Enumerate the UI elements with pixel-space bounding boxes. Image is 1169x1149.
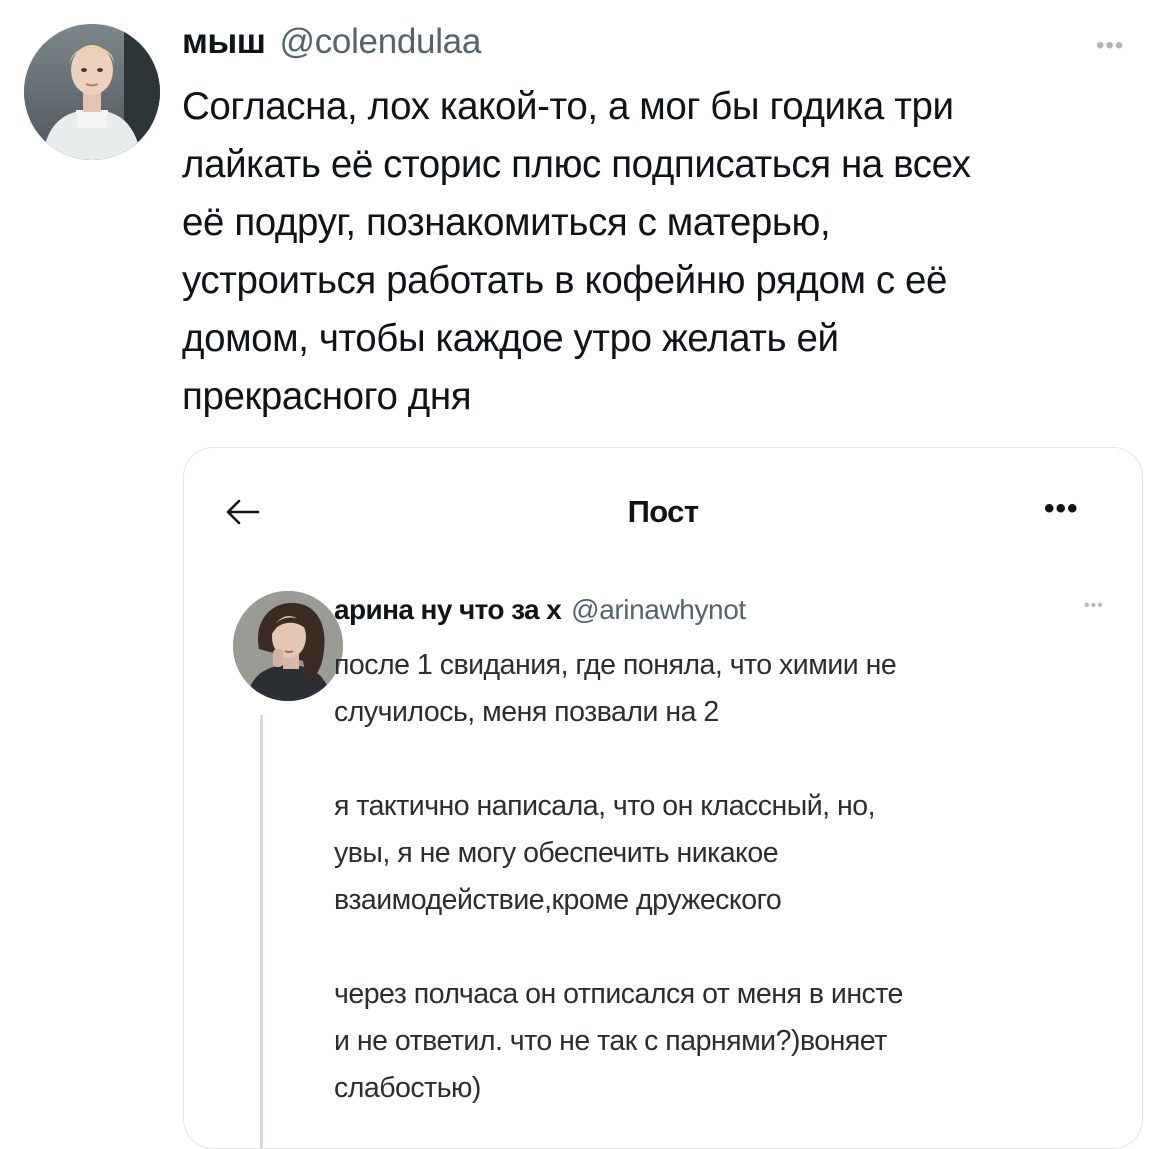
author-display-name[interactable]: мыш	[182, 22, 266, 62]
quoted-author-avatar	[233, 591, 343, 701]
quoted-text-line: случилось, меня позвали на 2	[334, 696, 719, 728]
quoted-paragraph: через полчаса он отписался от меня в инс…	[334, 971, 1124, 1112]
quoted-paragraph: я тактично написала, что он классный, но…	[334, 783, 1124, 924]
author-avatar[interactable]	[24, 24, 160, 160]
more-horizontal-icon: •••	[1084, 597, 1104, 614]
author-handle[interactable]: @colendulaa	[279, 22, 481, 62]
more-horizontal-icon[interactable]: •••	[1096, 34, 1124, 58]
more-horizontal-icon: •••	[1044, 492, 1079, 525]
tweet-text-line: её подруг, познакомиться с матерью,	[182, 201, 831, 244]
tweet-text-line: устроиться работать в кофейню рядом с её	[182, 259, 948, 302]
tweet-text-line: прекрасного дня	[182, 375, 472, 418]
tweet-text: Согласна, лох какой-то, а мог бы годика …	[182, 78, 1152, 426]
quoted-post-text: после 1 свидания, где поняла, что химии …	[334, 642, 1124, 1112]
tweet-header: мыш @colendulaa	[182, 22, 481, 70]
thread-connector-line	[260, 715, 263, 1148]
attached-screenshot-card[interactable]: Пост ••• арина ну что за х @arinawhynot …	[183, 447, 1143, 1149]
avatar-photo	[233, 591, 343, 701]
tweet: мыш @colendulaa ••• Согласна, лох какой-…	[0, 0, 1169, 1149]
quoted-paragraph: после 1 свидания, где поняла, что химии …	[334, 642, 1124, 736]
quoted-text-line: увы, я не могу обеспечить никакое	[334, 837, 779, 869]
tweet-text-line: домом, чтобы каждое утро желать ей	[182, 317, 839, 360]
tweet-text-line: лайкать её сторис плюс подписаться на вс…	[182, 143, 971, 186]
quoted-text-line: я тактично написала, что он классный, но…	[334, 790, 876, 822]
quoted-text-line: слабостью)	[334, 1072, 481, 1104]
quoted-text-line: через полчаса он отписался от меня в инс…	[334, 978, 903, 1010]
quoted-text-line: взаимодействие,кроме дружеского	[334, 884, 782, 916]
quoted-author-handle: @arinawhynot	[571, 594, 746, 625]
quoted-text-line: после 1 свидания, где поняла, что химии …	[334, 649, 897, 681]
post-title: Пост	[627, 494, 699, 529]
post-topbar: Пост •••	[184, 448, 1142, 568]
quoted-text-line: и не ответил. что не так с парнями?)воня…	[334, 1025, 887, 1057]
avatar-photo	[24, 24, 160, 160]
quoted-post-header: арина ну что за х @arinawhynot	[334, 594, 746, 626]
quoted-author-display-name: арина ну что за х	[334, 594, 562, 625]
tweet-text-line: Согласна, лох какой-то, а мог бы годика …	[182, 85, 954, 128]
